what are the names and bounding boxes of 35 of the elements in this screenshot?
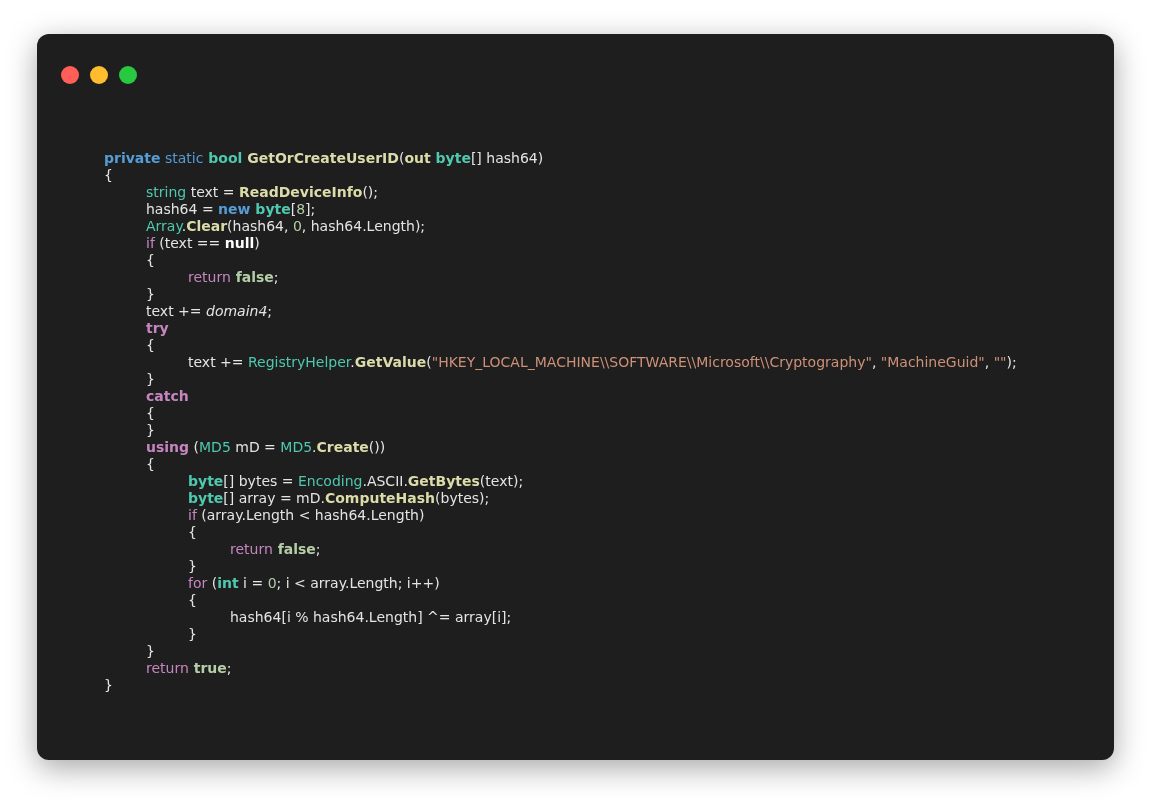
code-line: hash64[i % hash64.Length] ^= array[i]; [229, 609, 512, 625]
code-line: private static bool GetOrCreateUserID(out byte[] hash64) [104, 150, 544, 166]
code-line: Array.Clear(hash64, 0, hash64.Length); [145, 218, 426, 234]
code-line: hash64 = new byte[8]; [145, 201, 316, 217]
code-line: return true; [145, 660, 232, 676]
window-control[interactable] [119, 66, 137, 84]
code-line: } [145, 286, 155, 302]
code-line: { [145, 337, 155, 353]
code-line: catch [145, 388, 189, 404]
code-line: } [187, 626, 197, 642]
code-line: } [145, 422, 155, 438]
code-line: } [187, 558, 197, 574]
code-line: } [145, 371, 155, 387]
code-line: } [145, 643, 155, 659]
window-control[interactable] [61, 66, 79, 84]
code-line: text += domain4; [145, 303, 273, 319]
code-line: byte[] array = mD.ComputeHash(bytes); [187, 490, 490, 506]
code-line: { [104, 167, 113, 183]
code-line: { [187, 592, 197, 608]
code-line: byte[] bytes = Encoding.ASCII.GetBytes(text); [187, 473, 524, 489]
code-line: for (int i = 0; i < array.Length; i++) [187, 575, 440, 591]
code-line: return false; [229, 541, 321, 557]
code-line: if (array.Length < hash64.Length) [187, 507, 425, 523]
code-line: { [145, 252, 155, 268]
code-line: if (text == null) [145, 235, 260, 251]
code-line: using (MD5 mD = MD5.Create()) [145, 439, 386, 455]
code-line: string text = ReadDeviceInfo(); [145, 184, 379, 200]
code-line: { [145, 456, 155, 472]
code-line: { [187, 524, 197, 540]
code-line: text += RegistryHelper.GetValue("HKEY_LOCAL_MACHINE\\SOFTWARE\\Microsoft\\Cryptography", "MachineGuid", ""); [187, 354, 1017, 370]
code-line: { [145, 405, 155, 421]
code-line: } [104, 677, 113, 693]
code-line: return false; [187, 269, 279, 285]
code-line: try [145, 320, 169, 336]
window-control[interactable] [90, 66, 108, 84]
